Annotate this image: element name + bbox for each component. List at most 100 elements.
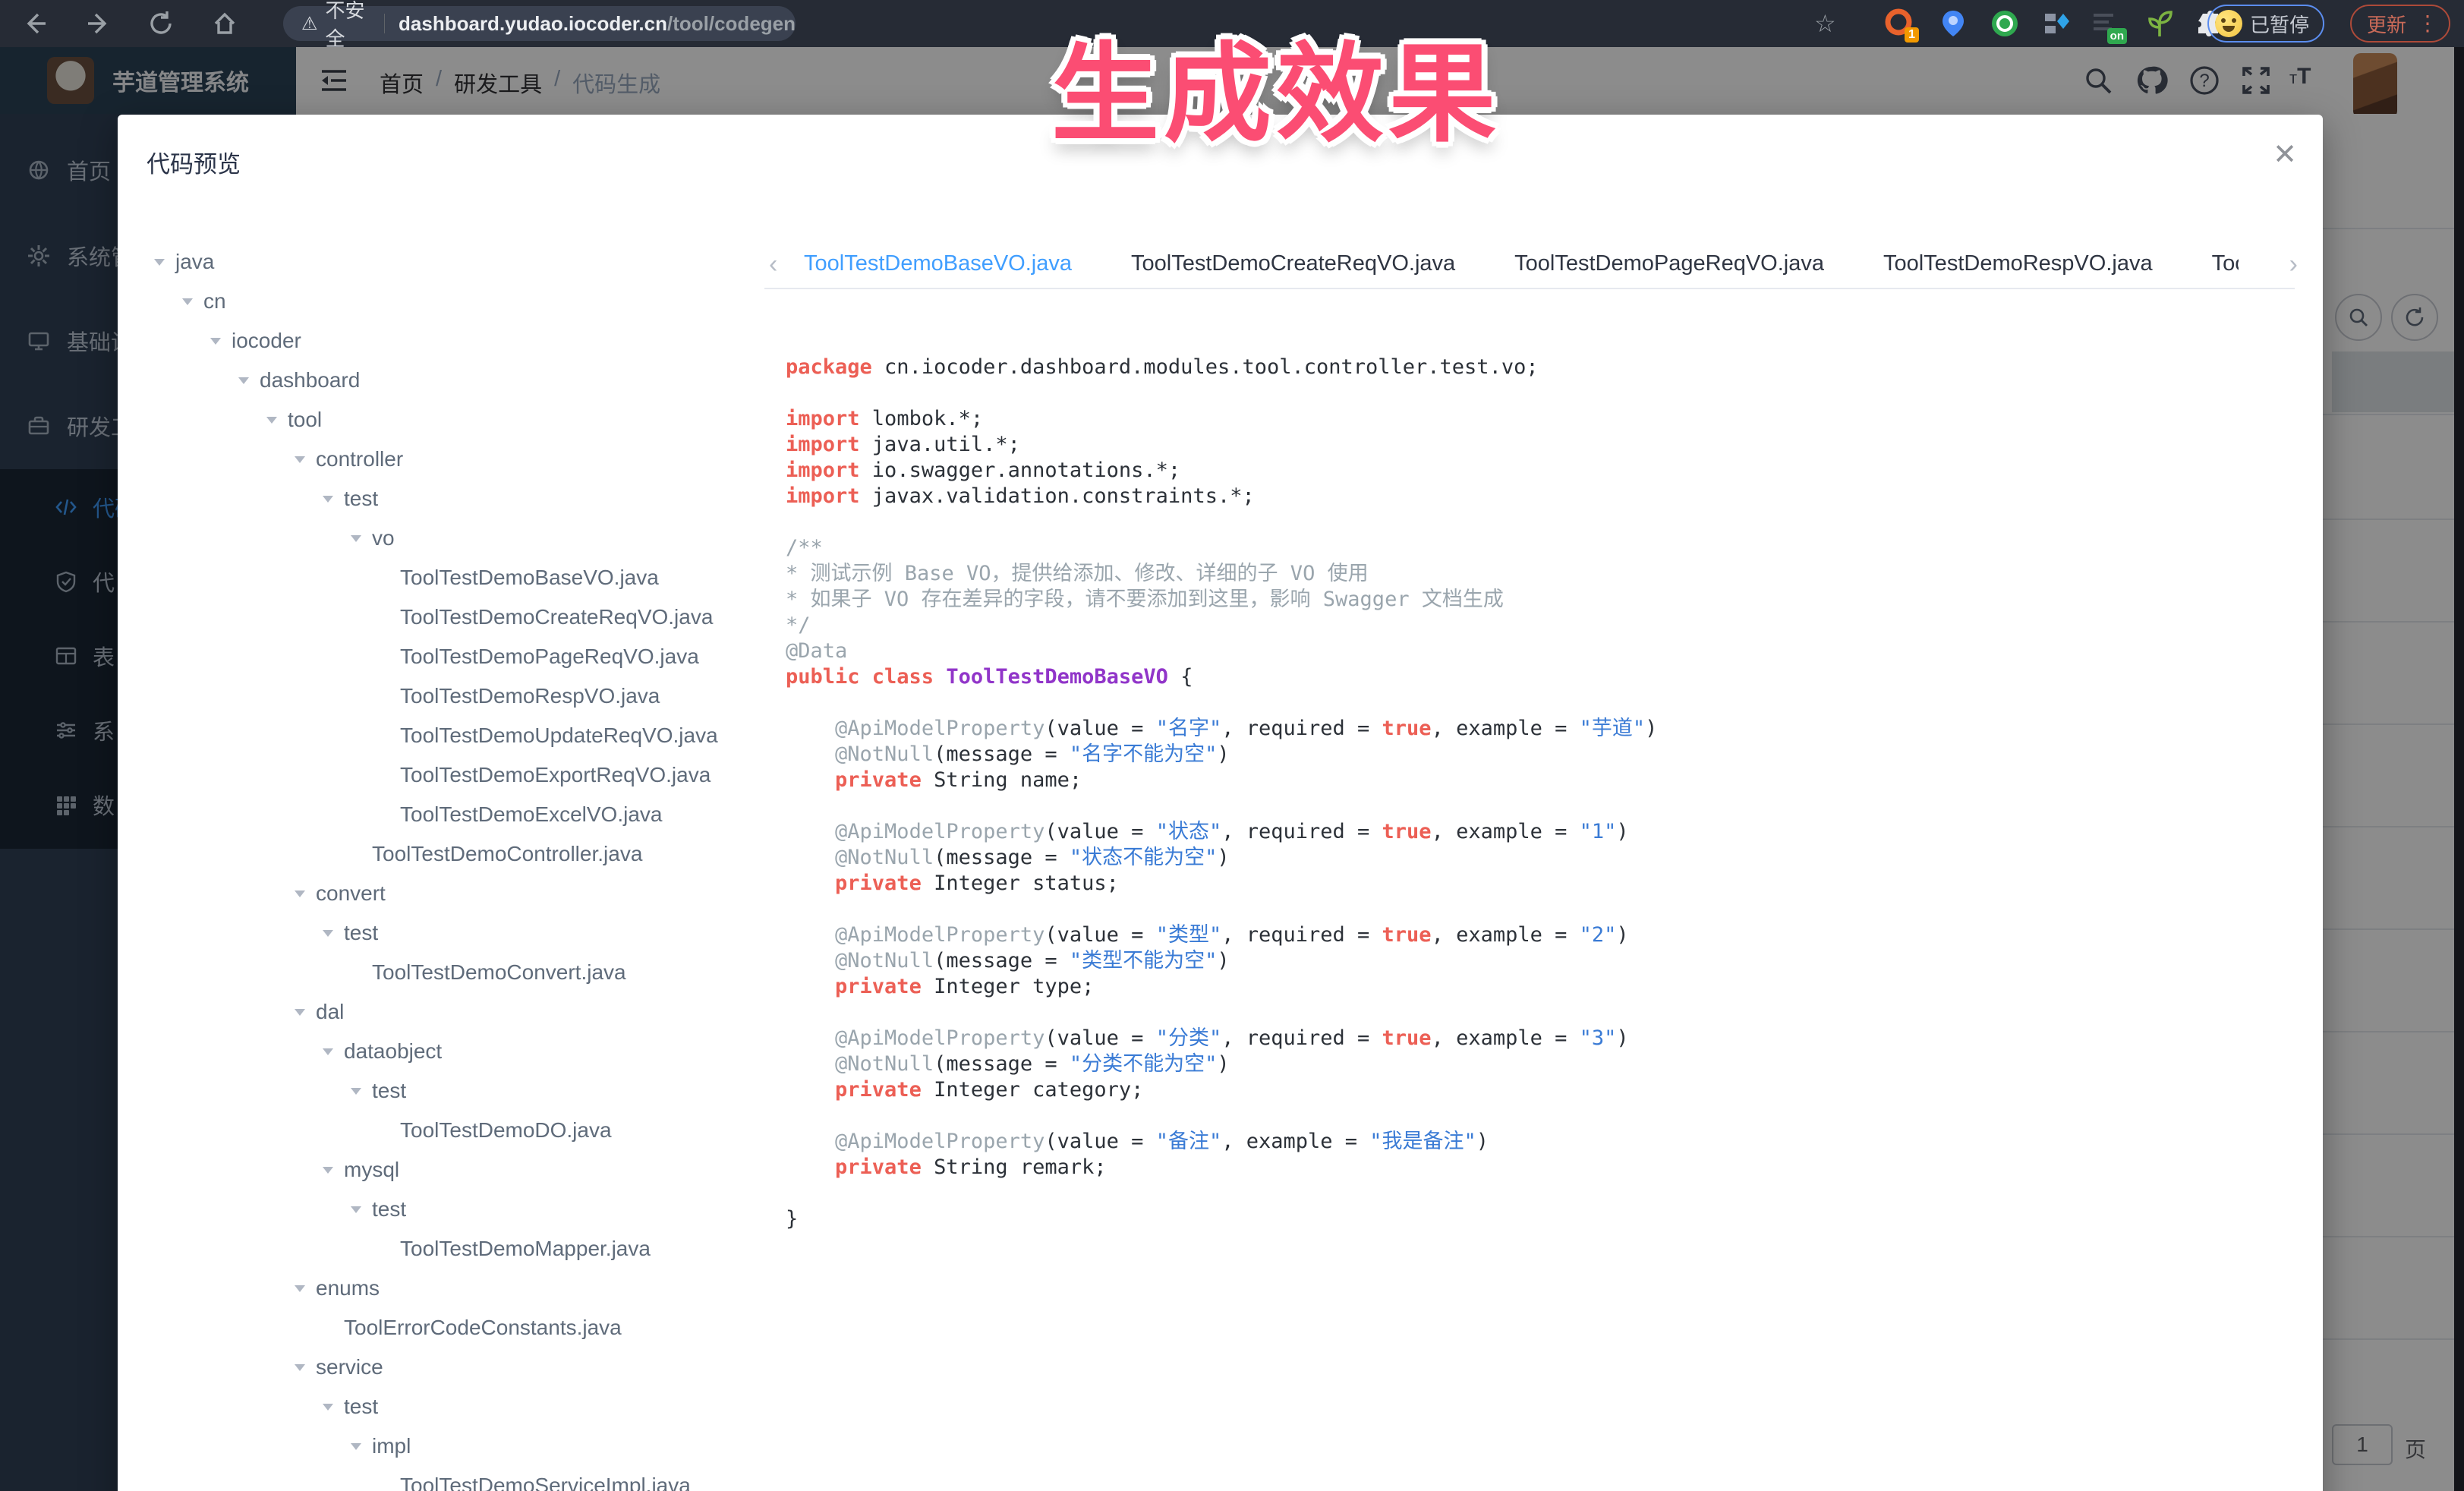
caret-down-icon xyxy=(323,930,333,937)
caret-down-icon xyxy=(182,298,193,305)
tabs-next-icon[interactable]: › xyxy=(2289,250,2298,279)
tree-node-label: test xyxy=(344,921,378,945)
bookmark-star-icon[interactable]: ☆ xyxy=(1814,9,1836,38)
extension-icon-plant[interactable] xyxy=(2144,8,2176,39)
caret-down-icon xyxy=(266,417,277,424)
close-icon[interactable]: ✕ xyxy=(2273,140,2297,169)
tree-node-label: ToolTestDemoExcelVO.java xyxy=(400,802,662,827)
caret-down-icon xyxy=(351,1443,361,1450)
tree-folder-test[interactable]: test xyxy=(147,1387,761,1426)
tree-folder-test[interactable]: test xyxy=(147,913,761,953)
tree-file-ToolTestDemoPageReqVO.java[interactable]: ToolTestDemoPageReqVO.java xyxy=(147,637,761,676)
tree-file-ToolTestDemoExcelVO.java[interactable]: ToolTestDemoExcelVO.java xyxy=(147,795,761,834)
code-line: @ApiModelProperty(value = "状态", required… xyxy=(786,819,2296,845)
home-icon[interactable] xyxy=(211,10,238,37)
code-line: @Data xyxy=(786,638,2296,664)
tree-folder-iocoder[interactable]: iocoder xyxy=(147,321,761,361)
tree-folder-convert[interactable]: convert xyxy=(147,874,761,913)
tree-file-ToolTestDemoServiceImpl.java[interactable]: ToolTestDemoServiceImpl.java xyxy=(147,1466,761,1491)
extension-icon-list-on[interactable]: on xyxy=(2089,8,2121,39)
profile-avatar-emoji xyxy=(2215,10,2242,37)
tree-folder-enums[interactable]: enums xyxy=(147,1269,761,1308)
tree-folder-test[interactable]: test xyxy=(147,1190,761,1229)
extension-icon-green-circle[interactable] xyxy=(1989,8,2021,39)
tree-node-label: tool xyxy=(288,408,322,432)
url-path[interactable]: /tool/codegen xyxy=(667,12,796,36)
back-icon[interactable] xyxy=(21,10,49,37)
code-line: @NotNull(message = "状态不能为空") xyxy=(786,845,2296,871)
code-line: import lombok.*; xyxy=(786,406,2296,432)
extension-icon-orange[interactable]: 1 xyxy=(1883,8,1914,39)
tree-node-label: ToolTestDemoBaseVO.java xyxy=(400,566,659,590)
tree-file-ToolTestDemoBaseVO.java[interactable]: ToolTestDemoBaseVO.java xyxy=(147,558,761,597)
tree-node-label: ToolTestDemoServiceImpl.java xyxy=(400,1474,691,1491)
not-secure-warning-icon[interactable]: ⚠ xyxy=(301,13,318,35)
tree-node-label: ToolTestDemoUpdateReqVO.java xyxy=(400,723,718,748)
tree-file-ToolTestDemoController.java[interactable]: ToolTestDemoController.java xyxy=(147,834,761,874)
tree-folder-service[interactable]: service xyxy=(147,1348,761,1387)
tree-node-label: ToolTestDemoRespVO.java xyxy=(400,684,660,708)
tab-ToolTestDemoBaseVO.java[interactable]: ToolTestDemoBaseVO.java xyxy=(804,242,1072,289)
code-line: */ xyxy=(786,613,2296,638)
tree-folder-dashboard[interactable]: dashboard xyxy=(147,361,761,400)
caret-down-icon xyxy=(295,456,305,463)
tree-folder-vo[interactable]: vo xyxy=(147,519,761,558)
code-line: import io.swagger.annotations.*; xyxy=(786,458,2296,484)
tab-ToolTestDemoPageReqVO.java[interactable]: ToolTestDemoPageReqVO.java xyxy=(1514,242,1824,289)
caret-down-icon xyxy=(210,338,221,345)
code-line: * 测试示例 Base VO，提供给添加、修改、详细的子 VO 使用 xyxy=(786,561,2296,587)
tree-folder-impl[interactable]: impl xyxy=(147,1426,761,1466)
code-block[interactable]: package cn.iocoder.dashboard.modules.too… xyxy=(786,355,2296,1491)
tree-node-label: java xyxy=(175,250,214,274)
url-domain[interactable]: dashboard.yudao.iocoder.cn xyxy=(399,12,667,36)
tree-folder-test[interactable]: test xyxy=(147,1071,761,1111)
tree-node-label: cn xyxy=(203,289,226,314)
tree-folder-dal[interactable]: dal xyxy=(147,992,761,1032)
tree-folder-controller[interactable]: controller xyxy=(147,440,761,479)
tree-file-ToolTestDemoDO.java[interactable]: ToolTestDemoDO.java xyxy=(147,1111,761,1150)
code-line: @ApiModelProperty(value = "类型", required… xyxy=(786,922,2296,948)
tree-node-label: ToolTestDemoExportReqVO.java xyxy=(400,763,711,787)
url-bar[interactable]: ⚠ 不安全 dashboard.yudao.iocoder.cn/tool/co… xyxy=(283,6,796,41)
tree-node-label: ToolTestDemoController.java xyxy=(372,842,642,866)
tree-node-label: ToolTestDemoCreateReqVO.java xyxy=(400,605,713,629)
tree-file-ToolTestDemoExportReqVO.java[interactable]: ToolTestDemoExportReqVO.java xyxy=(147,755,761,795)
browser-menu-icon[interactable]: ⋮ xyxy=(2417,18,2438,29)
tree-folder-tool[interactable]: tool xyxy=(147,400,761,440)
tree-folder-test[interactable]: test xyxy=(147,479,761,519)
code-line: private Integer status; xyxy=(786,871,2296,897)
code-line: import javax.validation.constraints.*; xyxy=(786,484,2296,509)
extension-icon-gem[interactable] xyxy=(2040,8,2072,39)
code-line xyxy=(786,509,2296,535)
code-line xyxy=(786,1000,2296,1026)
tabs-prev-icon[interactable]: ‹ xyxy=(769,250,777,279)
dialog-title: 代码预览 xyxy=(147,145,241,179)
chrome-update-button[interactable]: 更新 ⋮ xyxy=(2350,5,2450,43)
tree-folder-cn[interactable]: cn xyxy=(147,282,761,321)
tree-folder-mysql[interactable]: mysql xyxy=(147,1150,761,1190)
code-line xyxy=(786,897,2296,922)
code-line xyxy=(786,1181,2296,1206)
tab-ToolTestDemoRespVO.java[interactable]: ToolTestDemoRespVO.java xyxy=(1883,242,2153,289)
caret-down-icon xyxy=(323,1167,333,1174)
forward-icon[interactable] xyxy=(85,10,112,37)
tree-folder-java[interactable]: java xyxy=(147,242,761,282)
tab-ToolTestDemoUpdateReqVO.java[interactable]: ToolTestDemoUpdateReqVO.java xyxy=(2212,242,2239,289)
tree-file-ToolTestDemoCreateReqVO.java[interactable]: ToolTestDemoCreateReqVO.java xyxy=(147,597,761,637)
not-secure-label[interactable]: 不安全 xyxy=(326,0,370,52)
profile-paused-chip[interactable]: 已暂停 xyxy=(2207,5,2324,43)
file-tabs: ToolTestDemoBaseVO.java ToolTestDemoCreat… xyxy=(804,242,2239,289)
tree-folder-dataobject[interactable]: dataobject xyxy=(147,1032,761,1071)
tree-file-ToolTestDemoMapper.java[interactable]: ToolTestDemoMapper.java xyxy=(147,1229,761,1269)
extension-icon-pin[interactable] xyxy=(1937,8,1969,39)
code-line: } xyxy=(786,1206,2296,1232)
tree-file-ToolErrorCodeConstants.java[interactable]: ToolErrorCodeConstants.java xyxy=(147,1308,761,1348)
tree-file-ToolTestDemoRespVO.java[interactable]: ToolTestDemoRespVO.java xyxy=(147,676,761,716)
profile-paused-label: 已暂停 xyxy=(2250,10,2309,38)
reload-icon[interactable] xyxy=(147,10,175,37)
tree-file-ToolTestDemoUpdateReqVO.java[interactable]: ToolTestDemoUpdateReqVO.java xyxy=(147,716,761,755)
tree-node-label: ToolTestDemoPageReqVO.java xyxy=(400,645,699,669)
caret-down-icon xyxy=(351,1206,361,1213)
tree-file-ToolTestDemoConvert.java[interactable]: ToolTestDemoConvert.java xyxy=(147,953,761,992)
tab-ToolTestDemoCreateReqVO.java[interactable]: ToolTestDemoCreateReqVO.java xyxy=(1131,242,1455,289)
